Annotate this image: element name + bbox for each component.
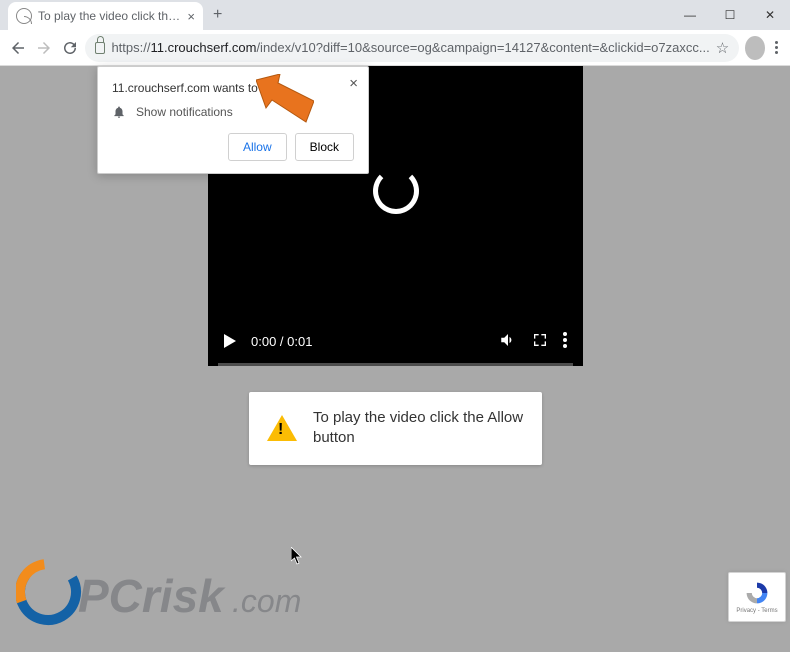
maximize-button[interactable]: ☐ (710, 0, 750, 30)
video-progress-bar[interactable] (218, 363, 573, 366)
arrow-annotation-icon (256, 74, 314, 126)
allow-message-text: To play the video click the Allow button (313, 408, 524, 449)
recaptcha-badge[interactable]: Privacy - Terms (728, 572, 786, 622)
notification-prompt: × 11.crouchserf.com wants to Show notifi… (97, 66, 369, 174)
forward-button[interactable] (34, 36, 54, 60)
tab-close-icon[interactable]: × (187, 9, 195, 24)
reload-button[interactable] (60, 36, 80, 60)
bookmark-star-icon[interactable]: ☆ (716, 39, 729, 57)
warning-icon (267, 415, 297, 441)
prompt-header: 11.crouchserf.com wants to (112, 81, 354, 95)
video-controls: 0:00 / 0:01 (208, 316, 583, 366)
tab-title: To play the video click the Allow l (38, 9, 181, 23)
recaptcha-text: Privacy - Terms (736, 608, 777, 614)
svg-text:PCrisk: PCrisk (78, 570, 226, 622)
kebab-menu-icon[interactable] (771, 37, 782, 58)
back-button[interactable] (8, 36, 28, 60)
play-button-icon[interactable] (224, 334, 236, 348)
block-button[interactable]: Block (295, 133, 354, 161)
profile-avatar[interactable] (745, 36, 765, 60)
spinner-icon (373, 168, 419, 214)
video-more-icon[interactable] (563, 332, 567, 351)
bell-icon (112, 105, 126, 119)
prompt-body: Show notifications (112, 105, 354, 119)
minimize-button[interactable]: — (670, 0, 710, 30)
prompt-close-icon[interactable]: × (349, 75, 358, 92)
video-time: 0:00 / 0:01 (251, 334, 312, 349)
window-controls: — ☐ ✕ (670, 0, 790, 30)
fullscreen-icon[interactable] (532, 332, 548, 351)
new-tab-button[interactable]: + (213, 6, 222, 24)
allow-button[interactable]: Allow (228, 133, 287, 161)
pcrisk-watermark: PCrisk .com (16, 542, 316, 642)
volume-icon[interactable] (499, 331, 517, 352)
prompt-label: Show notifications (136, 105, 233, 119)
allow-message-box: To play the video click the Allow button (249, 392, 542, 465)
svg-text:.com: .com (232, 583, 301, 619)
lock-icon (95, 42, 105, 54)
globe-icon (16, 8, 32, 24)
address-field[interactable]: https://11.crouchserf.com/index/v10?diff… (85, 34, 739, 62)
title-bar: To play the video click the Allow l × + … (0, 0, 790, 30)
browser-tab[interactable]: To play the video click the Allow l × (8, 2, 203, 30)
address-bar: https://11.crouchserf.com/index/v10?diff… (0, 30, 790, 66)
mouse-cursor-icon (291, 547, 305, 568)
prompt-buttons: Allow Block (112, 133, 354, 161)
window-close-button[interactable]: ✕ (750, 0, 790, 30)
recaptcha-icon (744, 580, 770, 606)
url-text: https://11.crouchserf.com/index/v10?diff… (111, 40, 709, 55)
